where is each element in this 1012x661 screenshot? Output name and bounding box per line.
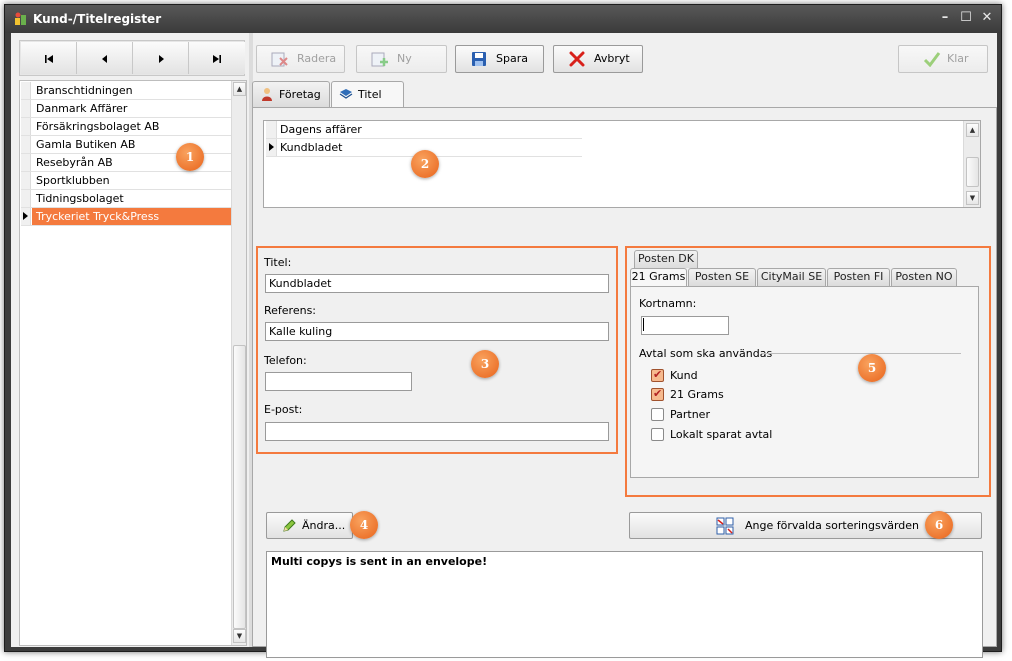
client-area: Branschtidningen Danmark Affärer Försäkr… [11, 33, 997, 658]
pencil-icon [283, 519, 296, 532]
title-grid-scrollbar[interactable]: ▲ ▼ [963, 121, 980, 207]
telefon-input[interactable] [265, 372, 412, 391]
person-icon [262, 88, 272, 101]
callout-badge-2: 2 [411, 150, 439, 178]
lokalt-sparat-avtal-label: Lokalt sparat avtal [670, 428, 773, 441]
last-record-button[interactable] [189, 42, 245, 74]
list-item[interactable]: Branschtidningen [21, 82, 231, 100]
customer-list-scrollbar[interactable]: ▲ ▼ [231, 81, 246, 645]
tab-posten-se[interactable]: Posten SE [688, 268, 756, 286]
tab-citymail-se[interactable]: CityMail SE [757, 268, 826, 286]
tab-posten-dk[interactable]: Posten DK [634, 250, 698, 268]
lokalt-sparat-avtal-checkbox[interactable] [651, 428, 664, 441]
telefon-label: Telefon: [264, 354, 307, 367]
tab-posten-fi[interactable]: Posten FI [827, 268, 890, 286]
maximize-icon[interactable]: ☐ [958, 10, 974, 26]
new-icon [371, 52, 388, 67]
title-bar[interactable]: Kund-/Titelregister – ☐ ✕ [5, 5, 1001, 33]
avtal-group-label: Avtal som ska användas [639, 347, 773, 360]
21-grams-checkbox[interactable] [651, 387, 664, 401]
referens-input[interactable]: Kalle kuling [265, 322, 609, 341]
list-item-selected[interactable]: Tryckeriet Tryck&Press [21, 208, 231, 226]
delete-icon [271, 52, 288, 67]
cancel-icon [569, 51, 585, 67]
delete-button[interactable]: Radera [256, 45, 345, 73]
previous-record-button[interactable] [77, 42, 133, 74]
tab-21-grams[interactable]: 21 Grams [630, 268, 687, 287]
epost-input[interactable] [265, 422, 609, 441]
titel-tab-page: Dagens affärer Kundbladet ▲ ▼ 2 Titel: K… [252, 107, 997, 658]
save-icon [472, 52, 486, 66]
tab-posten-no[interactable]: Posten NO [891, 268, 957, 286]
row-pointer-icon [269, 143, 274, 151]
notes-memo[interactable]: Multi copys is sent in an envelope! [266, 551, 983, 658]
prev-icon [101, 54, 107, 63]
referens-label: Referens: [264, 304, 317, 317]
last-icon [213, 54, 221, 63]
customer-list[interactable]: Branschtidningen Danmark Affärer Försäkr… [19, 80, 247, 646]
new-button[interactable]: Ny [356, 45, 447, 73]
title-details-box: Titel: Kundbladet Referens: Kalle kuling… [256, 246, 618, 454]
title-grid[interactable]: Dagens affärer Kundbladet ▲ ▼ [263, 120, 981, 208]
minimize-icon[interactable]: – [937, 10, 953, 26]
callout-badge-3: 3 [471, 350, 499, 378]
titel-input[interactable]: Kundbladet [265, 274, 609, 293]
21-grams-label: 21 Grams [670, 388, 724, 401]
list-item[interactable]: Försäkringsbolaget AB [21, 118, 231, 136]
next-record-button[interactable] [133, 42, 189, 74]
scroll-thumb[interactable] [233, 345, 246, 629]
scroll-down-icon[interactable]: ▼ [233, 629, 246, 643]
kund-label: Kund [670, 369, 698, 382]
list-item[interactable]: Sportklubben [21, 172, 231, 190]
checkmark-icon [923, 52, 941, 67]
grid-icon [716, 517, 734, 535]
callout-badge-6: 6 [925, 511, 953, 539]
list-item[interactable]: Danmark Affärer [21, 100, 231, 118]
app-icon [15, 12, 26, 25]
table-row[interactable]: Dagens affärer [266, 121, 582, 139]
partner-label: Partner [670, 408, 710, 421]
record-navigator [19, 40, 245, 76]
kortnamn-input[interactable] [641, 316, 729, 335]
next-icon [158, 54, 164, 63]
scroll-down-icon[interactable]: ▼ [966, 191, 979, 205]
first-record-button[interactable] [21, 42, 77, 74]
callout-badge-5: 5 [858, 354, 886, 382]
callout-badge-4: 4 [350, 511, 378, 539]
main-window: Kund-/Titelregister – ☐ ✕ Branschtidning… [4, 4, 1002, 658]
posten-settings-box: Posten DK 21 Grams Posten SE CityMail SE… [625, 246, 991, 497]
scroll-up-icon[interactable]: ▲ [233, 82, 246, 96]
scroll-up-icon[interactable]: ▲ [966, 123, 979, 137]
kortnamn-label: Kortnamn: [639, 297, 697, 310]
21-grams-tab-page: Kortnamn: Avtal som ska användas Kund 21… [630, 286, 979, 478]
done-button[interactable]: Klar [898, 45, 988, 73]
first-icon [44, 54, 53, 63]
group-divider [761, 353, 961, 354]
scroll-thumb[interactable] [966, 157, 979, 187]
book-icon [339, 89, 353, 99]
epost-label: E-post: [264, 403, 303, 416]
tab-titel[interactable]: Titel [331, 81, 404, 108]
row-pointer-icon [23, 212, 28, 220]
window-title: Kund-/Titelregister [33, 12, 162, 26]
tab-foretag[interactable]: Företag [252, 81, 330, 107]
text-cursor [643, 318, 644, 331]
save-button[interactable]: Spara [455, 45, 544, 73]
edit-button[interactable]: Ändra... [266, 512, 353, 539]
callout-badge-1: 1 [176, 143, 204, 171]
kund-checkbox[interactable] [651, 368, 664, 382]
cancel-button[interactable]: Avbryt [553, 45, 643, 73]
close-icon[interactable]: ✕ [979, 10, 995, 26]
titel-label: Titel: [264, 256, 292, 269]
main-tabs: Företag Titel [252, 81, 997, 108]
partner-checkbox[interactable] [651, 408, 664, 421]
list-item[interactable]: Tidningsbolaget [21, 190, 231, 208]
